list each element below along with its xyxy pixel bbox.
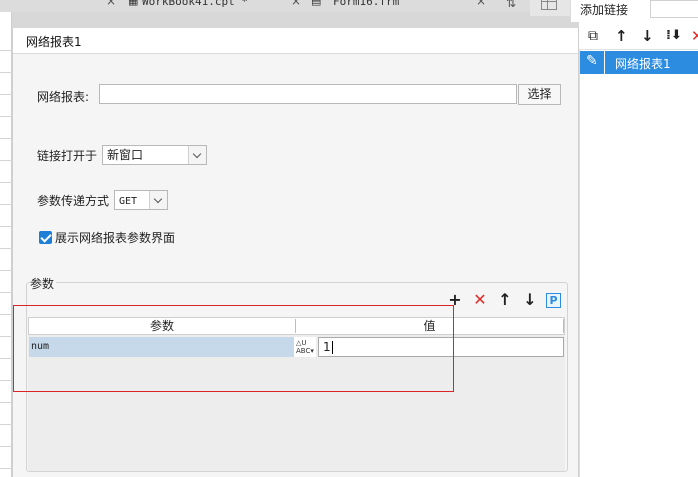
params-table: 参数 值 num △U ABC▾ 1 [28,317,565,471]
params-table-header: 参数 值 [28,317,565,335]
delete-icon[interactable]: ✕ [472,292,488,308]
method-label: 参数传递方式 [37,194,110,208]
close-icon[interactable]: × [291,0,301,8]
link-list [579,50,698,477]
report-path-input[interactable] [99,84,517,104]
close-icon[interactable]: × [476,0,486,8]
hyperlink-dialog: 网络报表1 网络报表: 选择 链接打开于 新窗口 参数传递方式 GET 展示网络… [12,28,579,477]
tab-strip: × ▦ WorkBook41.cpt * × ▤ Form16.frm × [0,0,578,12]
open-in-value: 新窗口 [107,148,144,162]
open-in-label: 链接打开于 [37,149,98,163]
column-header-value[interactable]: 值 [296,318,563,334]
open-in-select[interactable]: 新窗口 [102,145,207,165]
pencil-icon[interactable]: ✎ [586,53,598,69]
column-divider [563,319,564,333]
parameter-icon[interactable]: P [546,293,561,308]
column-header-param[interactable]: 参数 [29,318,295,334]
show-params-label: 展示网络报表参数界面 [55,231,176,245]
report-label: 网络报表: [37,90,90,104]
dialog-title: 网络报表1 [26,35,82,49]
chevron-down-icon [188,146,206,164]
tab-label: WorkBook41.cpt * [142,0,248,8]
sort-down-icon[interactable]: ⁞⬇ [666,28,682,44]
link-list-item[interactable]: ✎ 网络报表1 [580,51,698,74]
add-icon[interactable]: + [447,292,463,308]
method-value: GET [119,196,138,207]
show-params-checkbox[interactable] [39,231,52,244]
row-ruler [0,12,12,477]
tab-label: Form16.frm [333,0,400,8]
move-up-icon[interactable]: ↑ [615,28,628,44]
right-panel-title: 添加链接 [580,3,629,17]
right-panel-input[interactable] [650,0,698,18]
param-name-cell[interactable]: num [29,337,294,357]
params-group-title: 参数 [30,275,57,292]
delete-icon[interactable]: ✕ [691,28,698,44]
move-up-icon[interactable]: ↑ [497,292,513,308]
param-value-text: 1 [323,340,331,354]
abc-type-icon[interactable]: △U ABC▾ [294,337,316,357]
sort-icon[interactable]: ⇅ [506,0,516,10]
link-list-item-label: 网络报表1 [615,57,671,71]
move-down-icon[interactable]: ↓ [522,292,538,308]
copy-icon[interactable]: ⧉ [588,28,598,44]
move-down-icon[interactable]: ↓ [641,28,654,44]
select-button[interactable]: 选择 [518,84,561,105]
table-row[interactable]: num △U ABC▾ 1 [28,337,565,357]
close-icon[interactable]: × [106,0,116,8]
text-caret [331,341,333,354]
method-select[interactable]: GET [114,190,168,210]
chevron-down-icon [149,191,167,209]
grid-icon[interactable] [541,0,557,10]
tab-file-icon: ▦ [128,0,139,7]
param-value-input[interactable]: 1 [318,337,564,357]
dialog-header: 网络报表1 [13,28,578,54]
form-file-icon: ▤ [311,0,322,7]
